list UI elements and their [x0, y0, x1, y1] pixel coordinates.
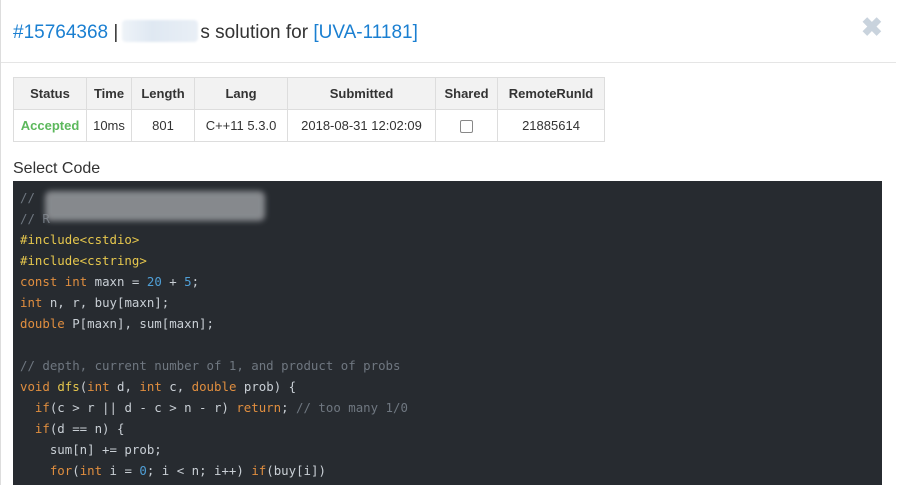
select-code-label[interactable]: Select Code [13, 160, 100, 178]
length-cell: 801 [131, 109, 195, 142]
column-header-shared: Shared [435, 77, 498, 110]
column-header-length: Length [131, 77, 195, 110]
code-line: #include<cstdio> [20, 232, 140, 247]
column-header-lang: Lang [194, 77, 288, 110]
code-line: const int maxn = 20 + 5; [20, 274, 200, 289]
column-header-time: Time [86, 77, 132, 110]
column-header-remoterunid: RemoteRunId [497, 77, 605, 110]
code-line: if(d == n) { [34, 421, 125, 436]
status-cell: Accepted [13, 109, 87, 142]
code-line: for(int i = 0; i < n; i++) if(buy[i]) [49, 463, 326, 478]
solution-modal: #15764368 | s solution for [UVA-11181] ✖ … [0, 0, 897, 485]
time-cell: 10ms [86, 109, 132, 142]
code-block[interactable]: //// R #include<cstdio> #include<cstring> c… [13, 181, 882, 485]
redacted-username [122, 20, 199, 42]
source-code: //// R #include<cstdio> #include<cstring> c… [13, 181, 882, 485]
code-line: // depth, current number of 1, and produ… [20, 358, 401, 373]
code-line: void dfs(int d, int c, double prob) { [20, 379, 297, 394]
shared-cell [435, 109, 498, 142]
submission-info-table: Status Time Length Lang Submitted Shared… [13, 77, 605, 142]
column-header-submitted: Submitted [287, 77, 436, 110]
problem-link[interactable]: [UVA-11181] [313, 22, 418, 43]
lang-cell: C++11 5.3.0 [194, 109, 288, 142]
title-separator: | [113, 22, 119, 43]
submitted-cell: 2018-08-31 12:02:09 [287, 109, 436, 142]
modal-header: #15764368 | s solution for [UVA-11181] ✖ [1, 0, 896, 63]
code-line: #include<cstring> [20, 253, 147, 268]
remote-run-id-cell: 21885614 [497, 109, 605, 142]
column-header-status: Status [13, 77, 87, 110]
redacted-comment [45, 191, 265, 221]
modal-title: #15764368 | s solution for [UVA-11181] [13, 20, 418, 44]
shared-checkbox[interactable] [460, 120, 473, 134]
title-suffix: s solution for [200, 22, 309, 43]
table-header-row: Status Time Length Lang Submitted Shared… [13, 77, 605, 110]
code-line: sum[n] += prob; [20, 442, 162, 457]
run-id-link[interactable]: #15764368 [13, 22, 108, 43]
table-row: Accepted 10ms 801 C++11 5.3.0 2018-08-31… [13, 109, 605, 142]
code-line: if(c > r || d - c > n - r) return; // to… [34, 400, 408, 415]
close-icon[interactable]: ✖ [861, 14, 883, 40]
code-line: double P[maxn], sum[maxn]; [20, 316, 214, 331]
code-line: int n, r, buy[maxn]; [20, 295, 170, 310]
